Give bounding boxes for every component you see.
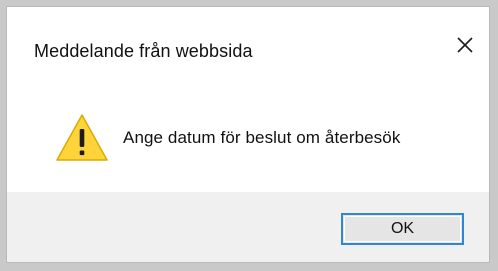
close-button[interactable] [452,32,478,58]
close-icon [457,37,473,53]
ok-button-label: OK [390,220,415,237]
warning-icon [54,112,110,164]
dialog-message: Ange datum för beslut om återbesök [123,128,401,147]
dialog-title: Meddelande från webbsida [34,41,253,61]
message-dialog: Meddelande från webbsida Ange datum för … [6,6,490,263]
ok-button[interactable]: OK [341,213,464,245]
